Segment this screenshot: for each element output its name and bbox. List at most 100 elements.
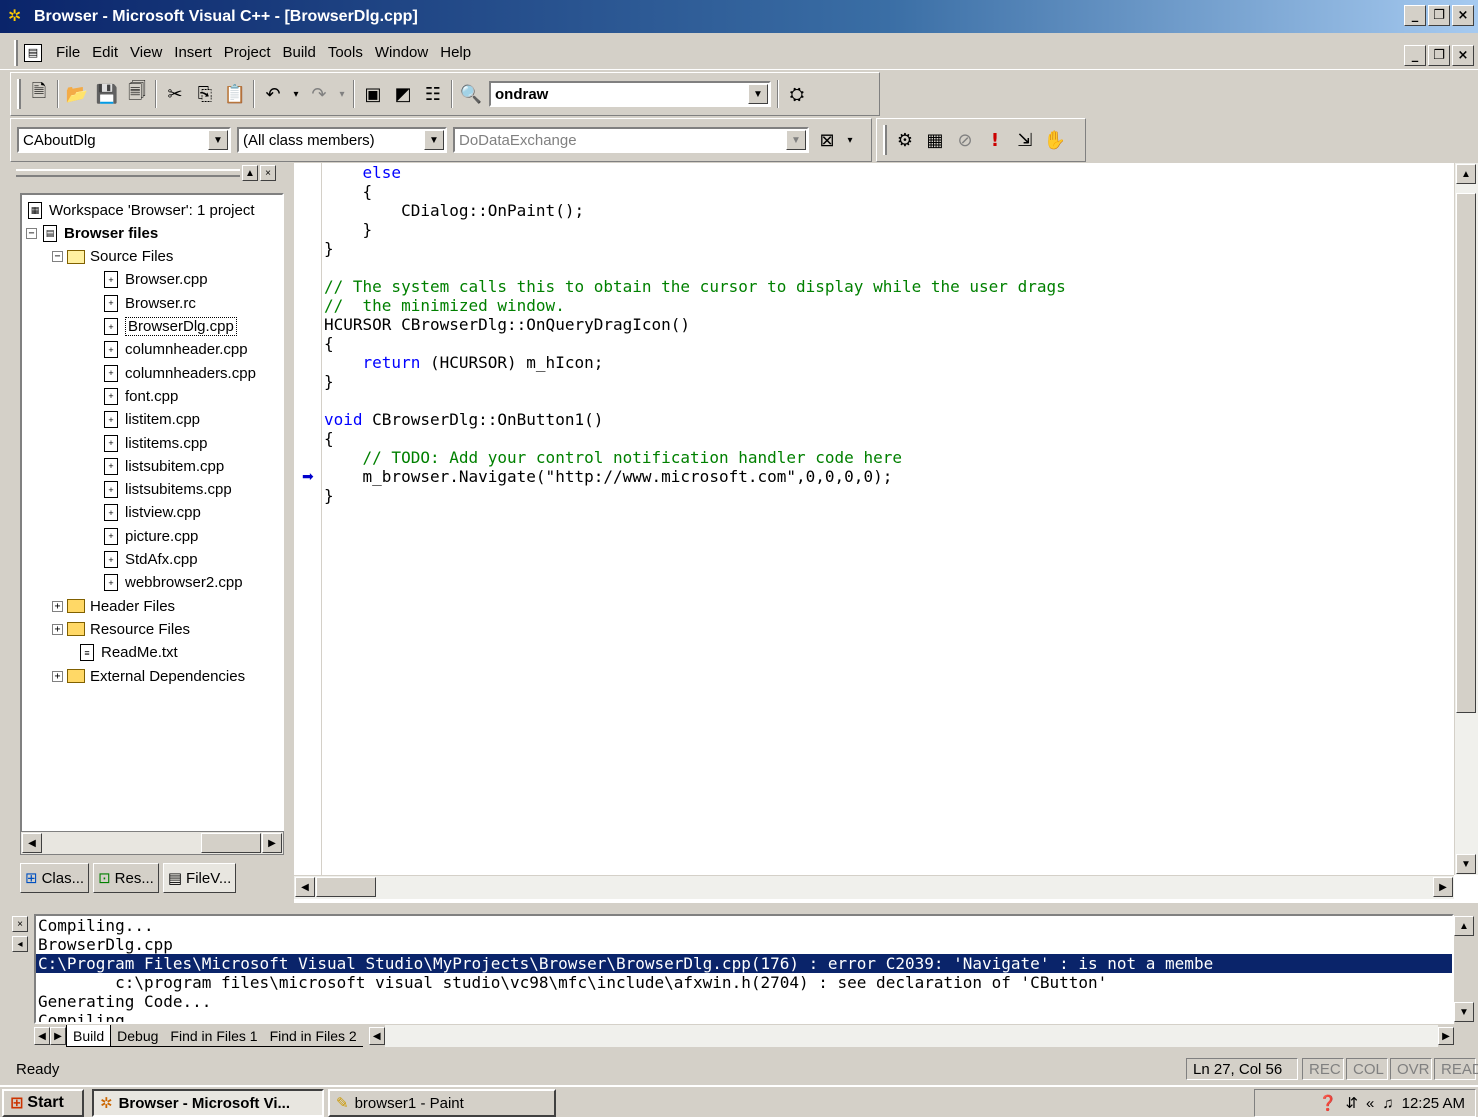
tab-class-view[interactable]: ⊞ Clas...: [20, 863, 90, 893]
menu-build[interactable]: Build: [276, 44, 321, 61]
code-line[interactable]: }: [324, 372, 1448, 391]
collapse-icon[interactable]: −: [26, 227, 37, 239]
file-item[interactable]: + BrowserDlg.cpp: [102, 316, 237, 338]
tab-debug[interactable]: Debug: [111, 1025, 165, 1047]
wizard-action-icon[interactable]: ⊠: [815, 128, 839, 152]
output-line[interactable]: Compiling...: [36, 1011, 1452, 1022]
scroll-thumb[interactable]: [1456, 193, 1476, 713]
editor-horizontal-scrollbar[interactable]: ◀ ▶: [294, 875, 1454, 899]
toolbar-grip[interactable]: [17, 79, 21, 109]
code-line[interactable]: }: [324, 239, 1448, 258]
output-line[interactable]: c:\program files\microsoft visual studio…: [36, 973, 1452, 992]
workspace-root[interactable]: ▦ Workspace 'Browser': 1 project: [26, 199, 255, 221]
code-line[interactable]: m_browser.Navigate("http://www.microsoft…: [324, 467, 1448, 486]
task-visual-cpp[interactable]: ✲ Browser - Microsoft Vi...: [92, 1089, 324, 1117]
expand-icon[interactable]: +: [52, 600, 63, 612]
menu-file[interactable]: File: [50, 44, 86, 61]
restore-button[interactable]: ❐: [1428, 5, 1450, 26]
code-line[interactable]: // the minimized window.: [324, 296, 1448, 315]
close-pane-icon[interactable]: ×: [260, 165, 276, 181]
tab-build[interactable]: Build: [66, 1025, 112, 1047]
menu-view[interactable]: View: [124, 44, 168, 61]
chevron-down-icon[interactable]: ▼: [748, 84, 768, 104]
scroll-thumb[interactable]: [201, 833, 261, 853]
maximize-output-icon[interactable]: ◂: [12, 936, 28, 952]
find-combo[interactable]: ondraw ▼: [489, 81, 771, 107]
output-line[interactable]: Compiling...: [36, 916, 1452, 935]
tab-find-in-files-2[interactable]: Find in Files 2: [263, 1025, 363, 1047]
tree-horizontal-scrollbar[interactable]: ◀ ▶: [20, 831, 284, 855]
clock[interactable]: 12:25 AM: [1402, 1095, 1465, 1112]
tab-resource-view[interactable]: ⊡ Res...: [93, 863, 159, 893]
chevron-down-icon[interactable]: ▼: [424, 130, 444, 150]
output-hscroll-left-icon[interactable]: ◀: [368, 1027, 385, 1045]
window-list-icon[interactable]: ☷: [421, 82, 445, 106]
code-line[interactable]: CDialog::OnPaint();: [324, 201, 1448, 220]
tab-find-in-files-1[interactable]: Find in Files 1: [164, 1025, 264, 1047]
scroll-left-icon[interactable]: ◀: [22, 833, 42, 853]
output-error-line[interactable]: C:\Program Files\Microsoft Visual Studio…: [36, 954, 1452, 973]
save-icon[interactable]: 💾: [95, 82, 119, 106]
undo-icon[interactable]: ↶: [261, 82, 285, 106]
code-line[interactable]: }: [324, 486, 1448, 505]
doc-restore-button[interactable]: ❐: [1428, 45, 1450, 66]
stop-build-icon[interactable]: ⊘: [953, 128, 977, 152]
file-item[interactable]: + listsubitem.cpp: [102, 455, 224, 477]
open-folder-icon[interactable]: 📂: [65, 82, 89, 106]
task-paint[interactable]: ✎ browser1 - Paint: [328, 1089, 556, 1117]
chevron-down-icon[interactable]: ▼: [786, 130, 806, 150]
file-item[interactable]: + StdAfx.cpp: [102, 549, 198, 571]
tab-file-view[interactable]: ▤ FileV...: [162, 863, 237, 893]
code-line[interactable]: void CBrowserDlg::OnButton1(): [324, 410, 1448, 429]
expand-icon[interactable]: +: [52, 670, 63, 682]
code-line[interactable]: {: [324, 182, 1448, 201]
code-line[interactable]: }: [324, 220, 1448, 239]
wizard-action-dropdown-icon[interactable]: ▾: [845, 128, 855, 152]
document-icon[interactable]: ▤: [24, 43, 42, 62]
workspace-icon[interactable]: ▣: [361, 82, 385, 106]
tab-scroll-right-icon[interactable]: ▶: [50, 1027, 66, 1045]
cut-icon[interactable]: ✂: [163, 82, 187, 106]
scroll-right-icon[interactable]: ▶: [262, 833, 282, 853]
code-editor[interactable]: ➡ else { CDialog::OnPaint(); }}// The sy…: [294, 163, 1478, 903]
code-line[interactable]: {: [324, 334, 1448, 353]
folder-header-files[interactable]: + Header Files: [52, 595, 175, 617]
file-readme[interactable]: ≡ ReadMe.txt: [78, 642, 178, 664]
folder-resource-files[interactable]: + Resource Files: [52, 618, 190, 640]
menu-tools[interactable]: Tools: [322, 44, 369, 61]
scroll-thumb[interactable]: [316, 877, 376, 897]
start-button[interactable]: ⊞ Start: [2, 1089, 84, 1117]
breakpoint-hand-icon[interactable]: ✋: [1043, 128, 1067, 152]
output-line[interactable]: Generating Code...: [36, 992, 1452, 1011]
scroll-down-icon[interactable]: ▼: [1454, 1002, 1474, 1022]
editor-vertical-scrollbar[interactable]: ▲ ▼: [1454, 163, 1478, 875]
editor-gutter[interactable]: ➡: [294, 163, 322, 875]
file-item[interactable]: + listview.cpp: [102, 502, 201, 524]
doc-minimize-button[interactable]: _: [1404, 45, 1426, 66]
file-item[interactable]: + Browser.cpp: [102, 269, 208, 291]
close-button[interactable]: ×: [1452, 5, 1474, 26]
collapse-icon[interactable]: −: [52, 251, 63, 263]
output-window-icon[interactable]: ◩: [391, 82, 415, 106]
code-line[interactable]: [324, 258, 1448, 277]
code-line[interactable]: // TODO: Add your control notification h…: [324, 448, 1448, 467]
file-item[interactable]: + columnheader.cpp: [102, 339, 248, 361]
file-item[interactable]: + listitem.cpp: [102, 409, 200, 431]
file-item[interactable]: + columnheaders.cpp: [102, 362, 256, 384]
menu-project[interactable]: Project: [218, 44, 277, 61]
paste-icon[interactable]: 📋: [223, 82, 247, 106]
scroll-left-icon[interactable]: ◀: [295, 877, 315, 897]
workspace-grip[interactable]: [16, 169, 240, 177]
undo-dropdown-icon[interactable]: ▾: [291, 82, 301, 106]
copy-icon[interactable]: ⎘: [193, 82, 217, 106]
code-line[interactable]: // The system calls this to obtain the c…: [324, 277, 1448, 296]
file-item[interactable]: + listitems.cpp: [102, 432, 208, 454]
code-line[interactable]: HCURSOR CBrowserDlg::OnQueryDragIcon(): [324, 315, 1448, 334]
file-item[interactable]: + font.cpp: [102, 385, 178, 407]
output-horizontal-scrollbar[interactable]: [384, 1025, 1438, 1047]
build-icon[interactable]: ▦: [923, 128, 947, 152]
find-binoculars-icon[interactable]: ⛭: [785, 82, 809, 106]
project-node[interactable]: − ▤ Browser files: [26, 222, 158, 244]
scroll-up-icon[interactable]: ▲: [1456, 164, 1476, 184]
code-line[interactable]: [324, 391, 1448, 410]
